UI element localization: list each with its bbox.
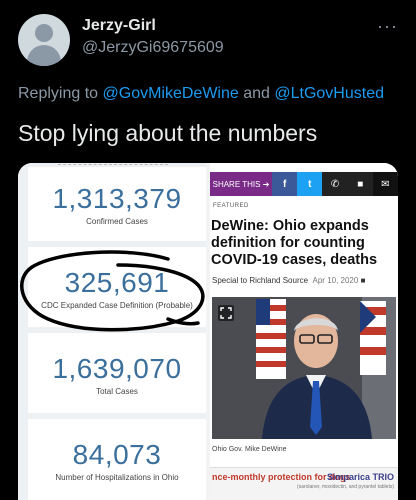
tweet-media-image[interactable]: 1,313,379 Confirmed Cases 325,691 CDC Ex… — [18, 163, 398, 500]
advertisement-banner: nce-monthly protection for dogs Simparic… — [210, 467, 398, 500]
mention-govmikedewine[interactable]: @GovMikeDeWine — [103, 85, 239, 102]
stat-label: Confirmed Cases — [86, 217, 148, 226]
whatsapp-icon: ✆ — [322, 172, 348, 196]
author-handle[interactable]: @JerzyGi69675609 — [82, 39, 224, 57]
tweet-text: Stop lying about the numbers — [18, 120, 318, 146]
stat-card-confirmed: 1,313,379 Confirmed Cases — [28, 167, 206, 241]
email-icon: ✉ — [372, 172, 398, 196]
stat-label: Total Cases — [96, 387, 138, 396]
avatar-head — [35, 24, 53, 42]
stat-value: 84,073 — [72, 439, 162, 470]
cropped-header — [58, 163, 168, 165]
photo-caption: Ohio Gov. Mike DeWine — [212, 446, 287, 453]
stats-panel: 1,313,379 Confirmed Cases 325,691 CDC Ex… — [18, 163, 206, 500]
more-horizontal-icon[interactable]: ··· — [377, 16, 398, 37]
photo-illustration — [212, 297, 396, 439]
stat-card-probable: 325,691 CDC Expanded Case Definition (Pr… — [28, 247, 206, 327]
message-icon: ■ — [347, 172, 373, 196]
replying-to-line: Replying to @GovMikeDeWine and @LtGovHus… — [18, 85, 384, 103]
comment-icon: ■ — [360, 276, 366, 285]
stat-label: Number of Hospitalizations in Ohio — [55, 473, 179, 482]
stat-value: 325,691 — [64, 267, 170, 298]
mention-ltgovhusted[interactable]: @LtGovHusted — [274, 85, 384, 102]
avatar[interactable] — [18, 14, 70, 66]
stat-card-total: 1,639,070 Total Cases — [28, 333, 206, 413]
ad-subtext: (sarolaner, moxidectin, and pyrantel tab… — [297, 484, 394, 490]
article-byline: Special to Richland Source Apr 10, 2020 … — [212, 276, 365, 285]
twitter-icon: t — [297, 172, 323, 196]
stat-value: 1,313,379 — [52, 183, 182, 214]
replying-to-joiner: and — [238, 85, 275, 102]
article-photo — [212, 297, 396, 439]
stat-label: CDC Expanded Case Definition (Probable) — [41, 301, 193, 310]
share-this-button: SHARE THIS ➔ — [210, 172, 273, 196]
replying-to-prefix: Replying to — [18, 85, 103, 102]
avatar-body — [27, 45, 61, 66]
us-flag-illustration — [256, 299, 286, 379]
expand-icon — [218, 305, 234, 321]
share-bar: SHARE THIS ➔ f t ✆ ■ ✉ — [210, 172, 398, 196]
byline-date: Apr 10, 2020 — [312, 276, 359, 285]
stat-card-hospitalizations: 84,073 Number of Hospitalizations in Ohi… — [28, 419, 206, 500]
article-panel: SHARE THIS ➔ f t ✆ ■ ✉ FEATURED DeWine: … — [210, 163, 398, 500]
stat-value: 1,639,070 — [52, 353, 182, 384]
ad-brand: Simparica TRIO — [326, 472, 394, 482]
ohio-flag-illustration — [360, 301, 386, 375]
featured-tag: FEATURED — [213, 203, 249, 209]
author-display-name[interactable]: Jerzy-Girl — [82, 17, 156, 35]
facebook-icon: f — [272, 172, 298, 196]
article-headline: DeWine: Ohio expands definition for coun… — [211, 218, 378, 268]
byline-source: Special to Richland Source — [212, 276, 309, 285]
